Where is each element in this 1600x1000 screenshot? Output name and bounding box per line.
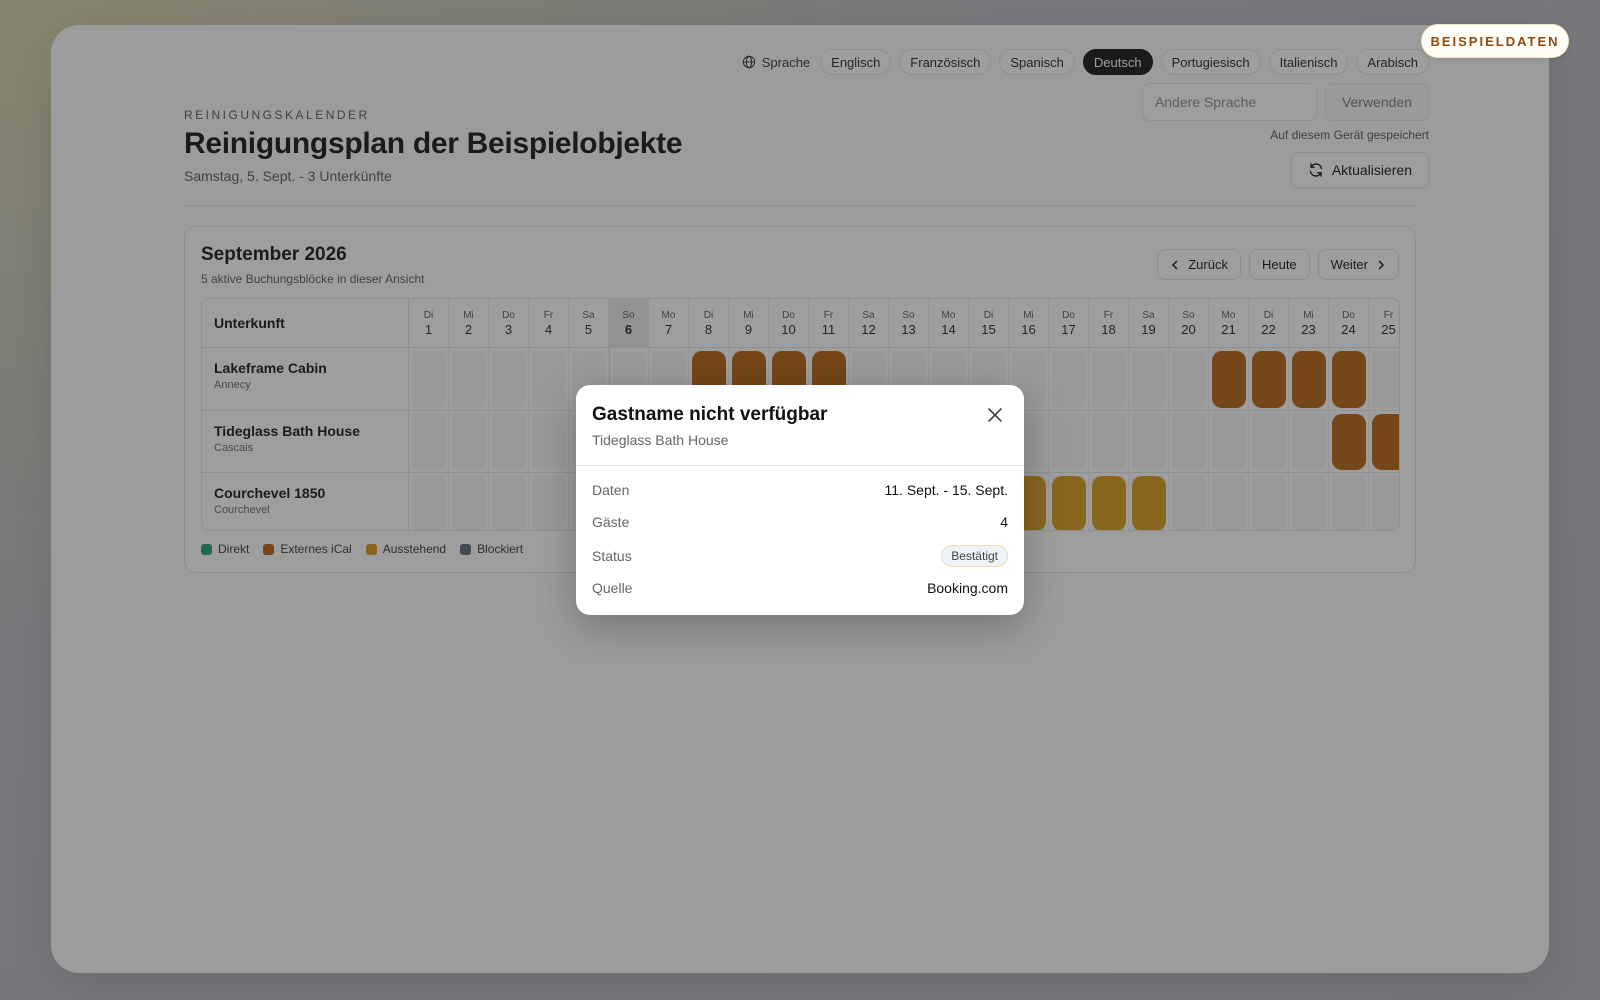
modal-row-guests: Gäste 4 <box>592 514 1008 530</box>
modal-row-status: Status Bestätigt <box>592 545 1008 567</box>
sample-data-badge: BEISPIELDATEN <box>1421 24 1569 58</box>
guests-value: 4 <box>1000 514 1008 530</box>
status-label: Status <box>592 548 632 564</box>
booking-detail-modal: Gastname nicht verfügbar Tideglass Bath … <box>576 385 1024 615</box>
source-value: Booking.com <box>927 580 1008 596</box>
modal-row-dates: Daten 11. Sept. - 15. Sept. <box>592 482 1008 498</box>
close-icon[interactable] <box>986 406 1004 424</box>
dates-value: 11. Sept. - 15. Sept. <box>884 482 1008 498</box>
modal-divider <box>576 465 1024 466</box>
source-label: Quelle <box>592 580 633 596</box>
modal-row-source: Quelle Booking.com <box>592 580 1008 596</box>
modal-title: Gastname nicht verfügbar <box>592 404 828 425</box>
guests-label: Gäste <box>592 514 630 530</box>
modal-subtitle: Tideglass Bath House <box>592 432 729 448</box>
dates-label: Daten <box>592 482 630 498</box>
status-badge: Bestätigt <box>941 545 1008 567</box>
